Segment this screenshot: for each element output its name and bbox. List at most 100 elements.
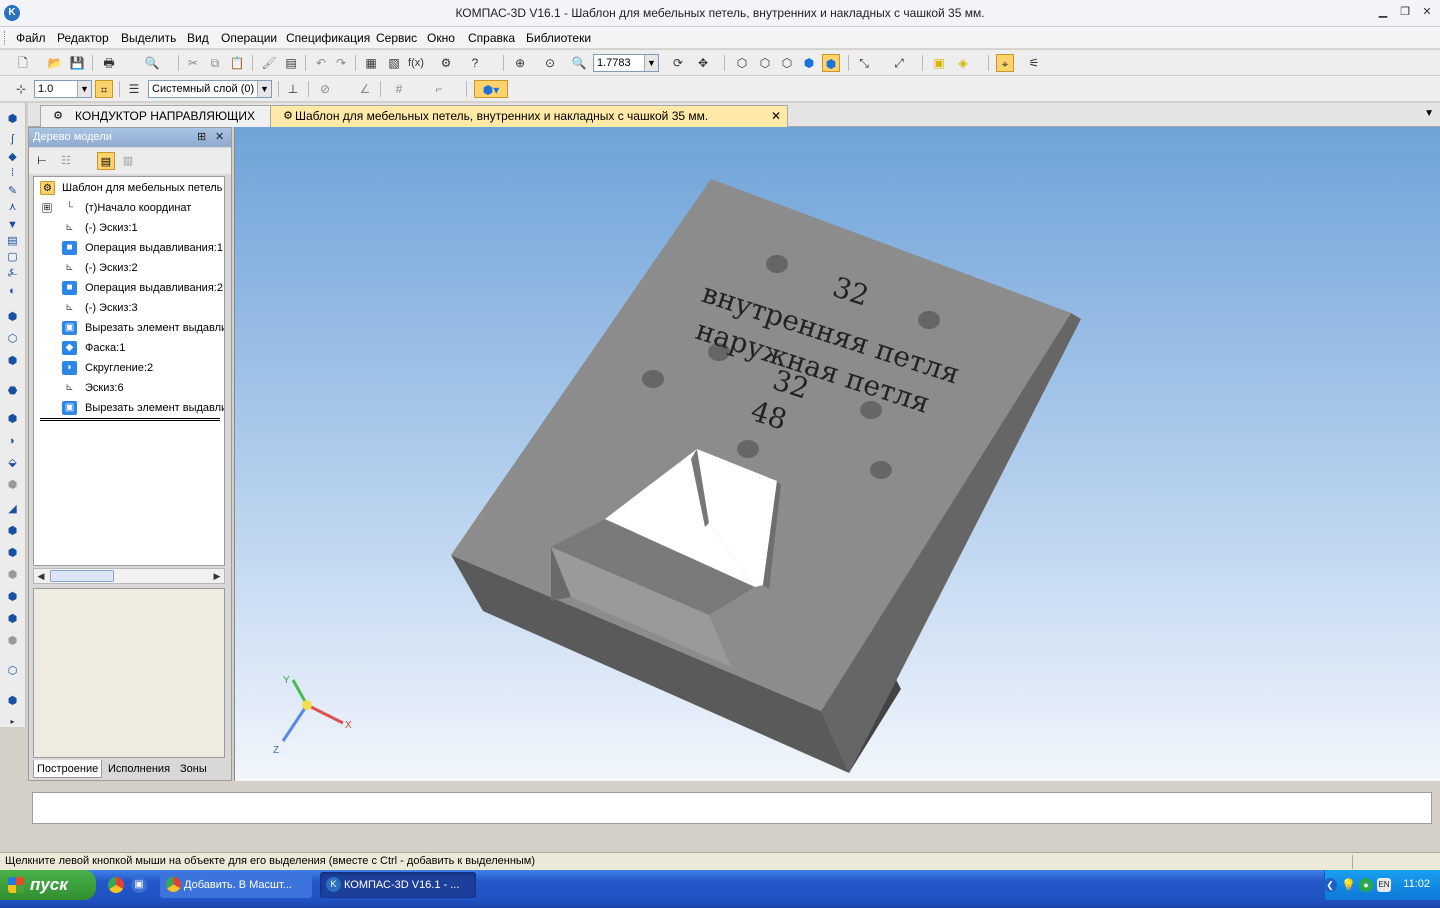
- chevron-down-icon[interactable]: ▼: [257, 81, 271, 97]
- cut-kinematic-tool-icon[interactable]: ⬙: [4, 455, 21, 472]
- local-cs-icon[interactable]: ⊹: [12, 80, 30, 98]
- arrays-icon[interactable]: ⁞: [4, 165, 21, 182]
- hole-tool-icon[interactable]: ⬢: [4, 545, 21, 562]
- chevron-down-icon[interactable]: ▼: [644, 55, 658, 71]
- view-thin-lines-icon[interactable]: ⬡: [778, 54, 796, 72]
- desktop-icon[interactable]: ▣: [131, 877, 147, 893]
- chrome-icon[interactable]: [108, 877, 124, 893]
- start-button[interactable]: пуск: [0, 870, 96, 900]
- restore-button[interactable]: ❐: [1398, 6, 1412, 19]
- zoom-all-icon[interactable]: ⊙: [541, 54, 559, 72]
- scroll-left-icon[interactable]: ◀: [34, 569, 48, 583]
- new-file-icon[interactable]: 🗋: [14, 54, 32, 72]
- rotate-icon[interactable]: ⟳: [669, 54, 687, 72]
- surfaces-icon[interactable]: ◆: [4, 149, 21, 166]
- tree-structure-icon[interactable]: ⊢: [33, 152, 51, 170]
- extrude-tool-icon[interactable]: ⬢: [4, 309, 21, 326]
- taskbar-item-kompas[interactable]: K КОМПАС-3D V16.1 - ...: [320, 872, 476, 898]
- edit-part-icon[interactable]: ⬢: [4, 111, 21, 128]
- tree-list-icon[interactable]: ▤: [97, 152, 115, 170]
- spatial-curves-icon[interactable]: ʃ: [4, 131, 21, 148]
- zoom-window-icon[interactable]: ⊕: [511, 54, 529, 72]
- step-combo[interactable]: 1.0 ▼: [34, 80, 92, 98]
- tab-zones[interactable]: Зоны: [177, 760, 210, 778]
- cut-loft-tool-icon[interactable]: ⬢: [4, 477, 21, 494]
- shell-tool-icon[interactable]: ⬢: [4, 589, 21, 606]
- tree-icon[interactable]: ▧: [385, 54, 403, 72]
- measure-3d-icon[interactable]: ◐: [4, 283, 21, 300]
- section-icon[interactable]: ⤢: [890, 54, 908, 72]
- tree-view-icon[interactable]: ☷: [57, 152, 75, 170]
- cut-icon[interactable]: ✂: [184, 54, 202, 72]
- scroll-thumb[interactable]: [50, 570, 114, 582]
- menu-service[interactable]: Сервис: [376, 31, 417, 45]
- diagnostics-icon[interactable]: ⍼: [4, 265, 21, 282]
- tabs-dropdown-icon[interactable]: ▼: [1424, 108, 1434, 119]
- scroll-right-icon[interactable]: ▶: [210, 569, 224, 583]
- tray-expand-icon[interactable]: ❮: [1323, 878, 1337, 892]
- rib-tool-icon[interactable]: ⬢: [4, 567, 21, 584]
- layer-filter-icon[interactable]: ◈: [954, 54, 972, 72]
- view-shaded-edges-icon[interactable]: ⬢: [822, 54, 840, 72]
- orientation-icon[interactable]: ⤡: [855, 54, 873, 72]
- cut-rotate-tool-icon[interactable]: ◗: [4, 433, 21, 450]
- orthogonal-icon[interactable]: ⊘: [316, 80, 334, 98]
- snap-icon[interactable]: ⌖: [996, 54, 1014, 72]
- mirror-tool-icon[interactable]: ⬢: [4, 693, 21, 710]
- menu-help[interactable]: Справка: [468, 31, 515, 45]
- chamfer-tool-icon[interactable]: ⬢: [4, 523, 21, 540]
- format-painter-icon[interactable]: 🖌: [260, 54, 278, 72]
- save-icon[interactable]: 💾: [68, 54, 86, 72]
- split-tool-icon[interactable]: ⬢: [4, 633, 21, 650]
- taskbar-item-browser[interactable]: Добавить. В Масшт...: [160, 872, 312, 898]
- view-hidden-lines-icon[interactable]: ⬡: [756, 54, 774, 72]
- manager-icon[interactable]: ▦: [362, 54, 380, 72]
- tab-construction[interactable]: Построение: [33, 760, 103, 778]
- grid-icon[interactable]: #: [390, 80, 408, 98]
- pan-icon[interactable]: ✥: [694, 54, 712, 72]
- array-tool-icon[interactable]: ⬡: [4, 663, 21, 680]
- shading-mode-icon[interactable]: ⬢▾: [474, 80, 508, 98]
- menu-window[interactable]: Окно: [427, 31, 455, 45]
- layer-combo[interactable]: Системный слой (0) ▼: [148, 80, 272, 98]
- open-folder-icon[interactable]: 📂: [46, 54, 64, 72]
- tree-props-icon[interactable]: ▥: [119, 152, 137, 170]
- zoom-scale-combo[interactable]: 1.7783 ▼: [593, 54, 659, 72]
- tray-language-icon[interactable]: EN: [1377, 878, 1391, 892]
- toolbar-options-icon[interactable]: ⚟: [1025, 54, 1043, 72]
- model-canvas[interactable]: 32 внутренняя петля наружная петля 32 48…: [235, 127, 1440, 781]
- rotate-tool-icon[interactable]: ⬡: [4, 331, 21, 348]
- tray-bulb-icon[interactable]: 💡: [1341, 878, 1356, 892]
- menu-libraries[interactable]: Библиотеки: [526, 31, 591, 45]
- sheet-metal-icon[interactable]: ▢: [4, 249, 21, 266]
- layer-icon[interactable]: ☰: [125, 80, 143, 98]
- incline-tool-icon[interactable]: ⬢: [4, 611, 21, 628]
- print-icon[interactable]: 🖶: [100, 54, 118, 72]
- close-tab-icon[interactable]: ✕: [771, 106, 781, 126]
- ortho-mode-icon[interactable]: ⌐: [430, 80, 448, 98]
- fillet-tool-icon[interactable]: ◢: [4, 501, 21, 518]
- cs-icon[interactable]: ⊥: [284, 80, 302, 98]
- properties-icon[interactable]: ▤: [282, 54, 300, 72]
- tab-hinge-template[interactable]: ⚙ Шаблон для мебельных петель, внутренни…: [270, 105, 788, 127]
- copy-icon[interactable]: ⧉: [206, 54, 224, 72]
- command-input-area[interactable]: [32, 792, 1432, 824]
- paste-icon[interactable]: 📋: [228, 54, 246, 72]
- tree-horizontal-scrollbar[interactable]: ◀ ▶: [33, 568, 225, 584]
- kinematic-tool-icon[interactable]: ⬢: [4, 353, 21, 370]
- cut-extrude-tool-icon[interactable]: ⬢: [4, 411, 21, 428]
- spec-icon[interactable]: ▤: [4, 233, 21, 250]
- filter-icon[interactable]: ▣: [930, 54, 948, 72]
- menu-operations[interactable]: Операции: [221, 31, 277, 45]
- tab-conductor[interactable]: ⚙ КОНДУКТОР НАПРАВЛЯЮЩИХ: [40, 105, 272, 127]
- model-viewport[interactable]: 32 внутренняя петля наружная петля 32 48…: [234, 127, 1440, 781]
- undo-icon[interactable]: ↶: [312, 54, 330, 72]
- expand-toolbar-icon[interactable]: ▸: [4, 713, 21, 730]
- menu-specification[interactable]: Спецификация: [286, 31, 370, 45]
- measure-icon[interactable]: ⚙: [437, 54, 455, 72]
- dimensions-icon[interactable]: ⋏: [4, 199, 21, 216]
- preview-icon[interactable]: 🔍: [143, 54, 161, 72]
- redo-icon[interactable]: ↷: [332, 54, 350, 72]
- menu-grip[interactable]: [4, 31, 7, 45]
- view-shaded-icon[interactable]: ⬢: [800, 54, 818, 72]
